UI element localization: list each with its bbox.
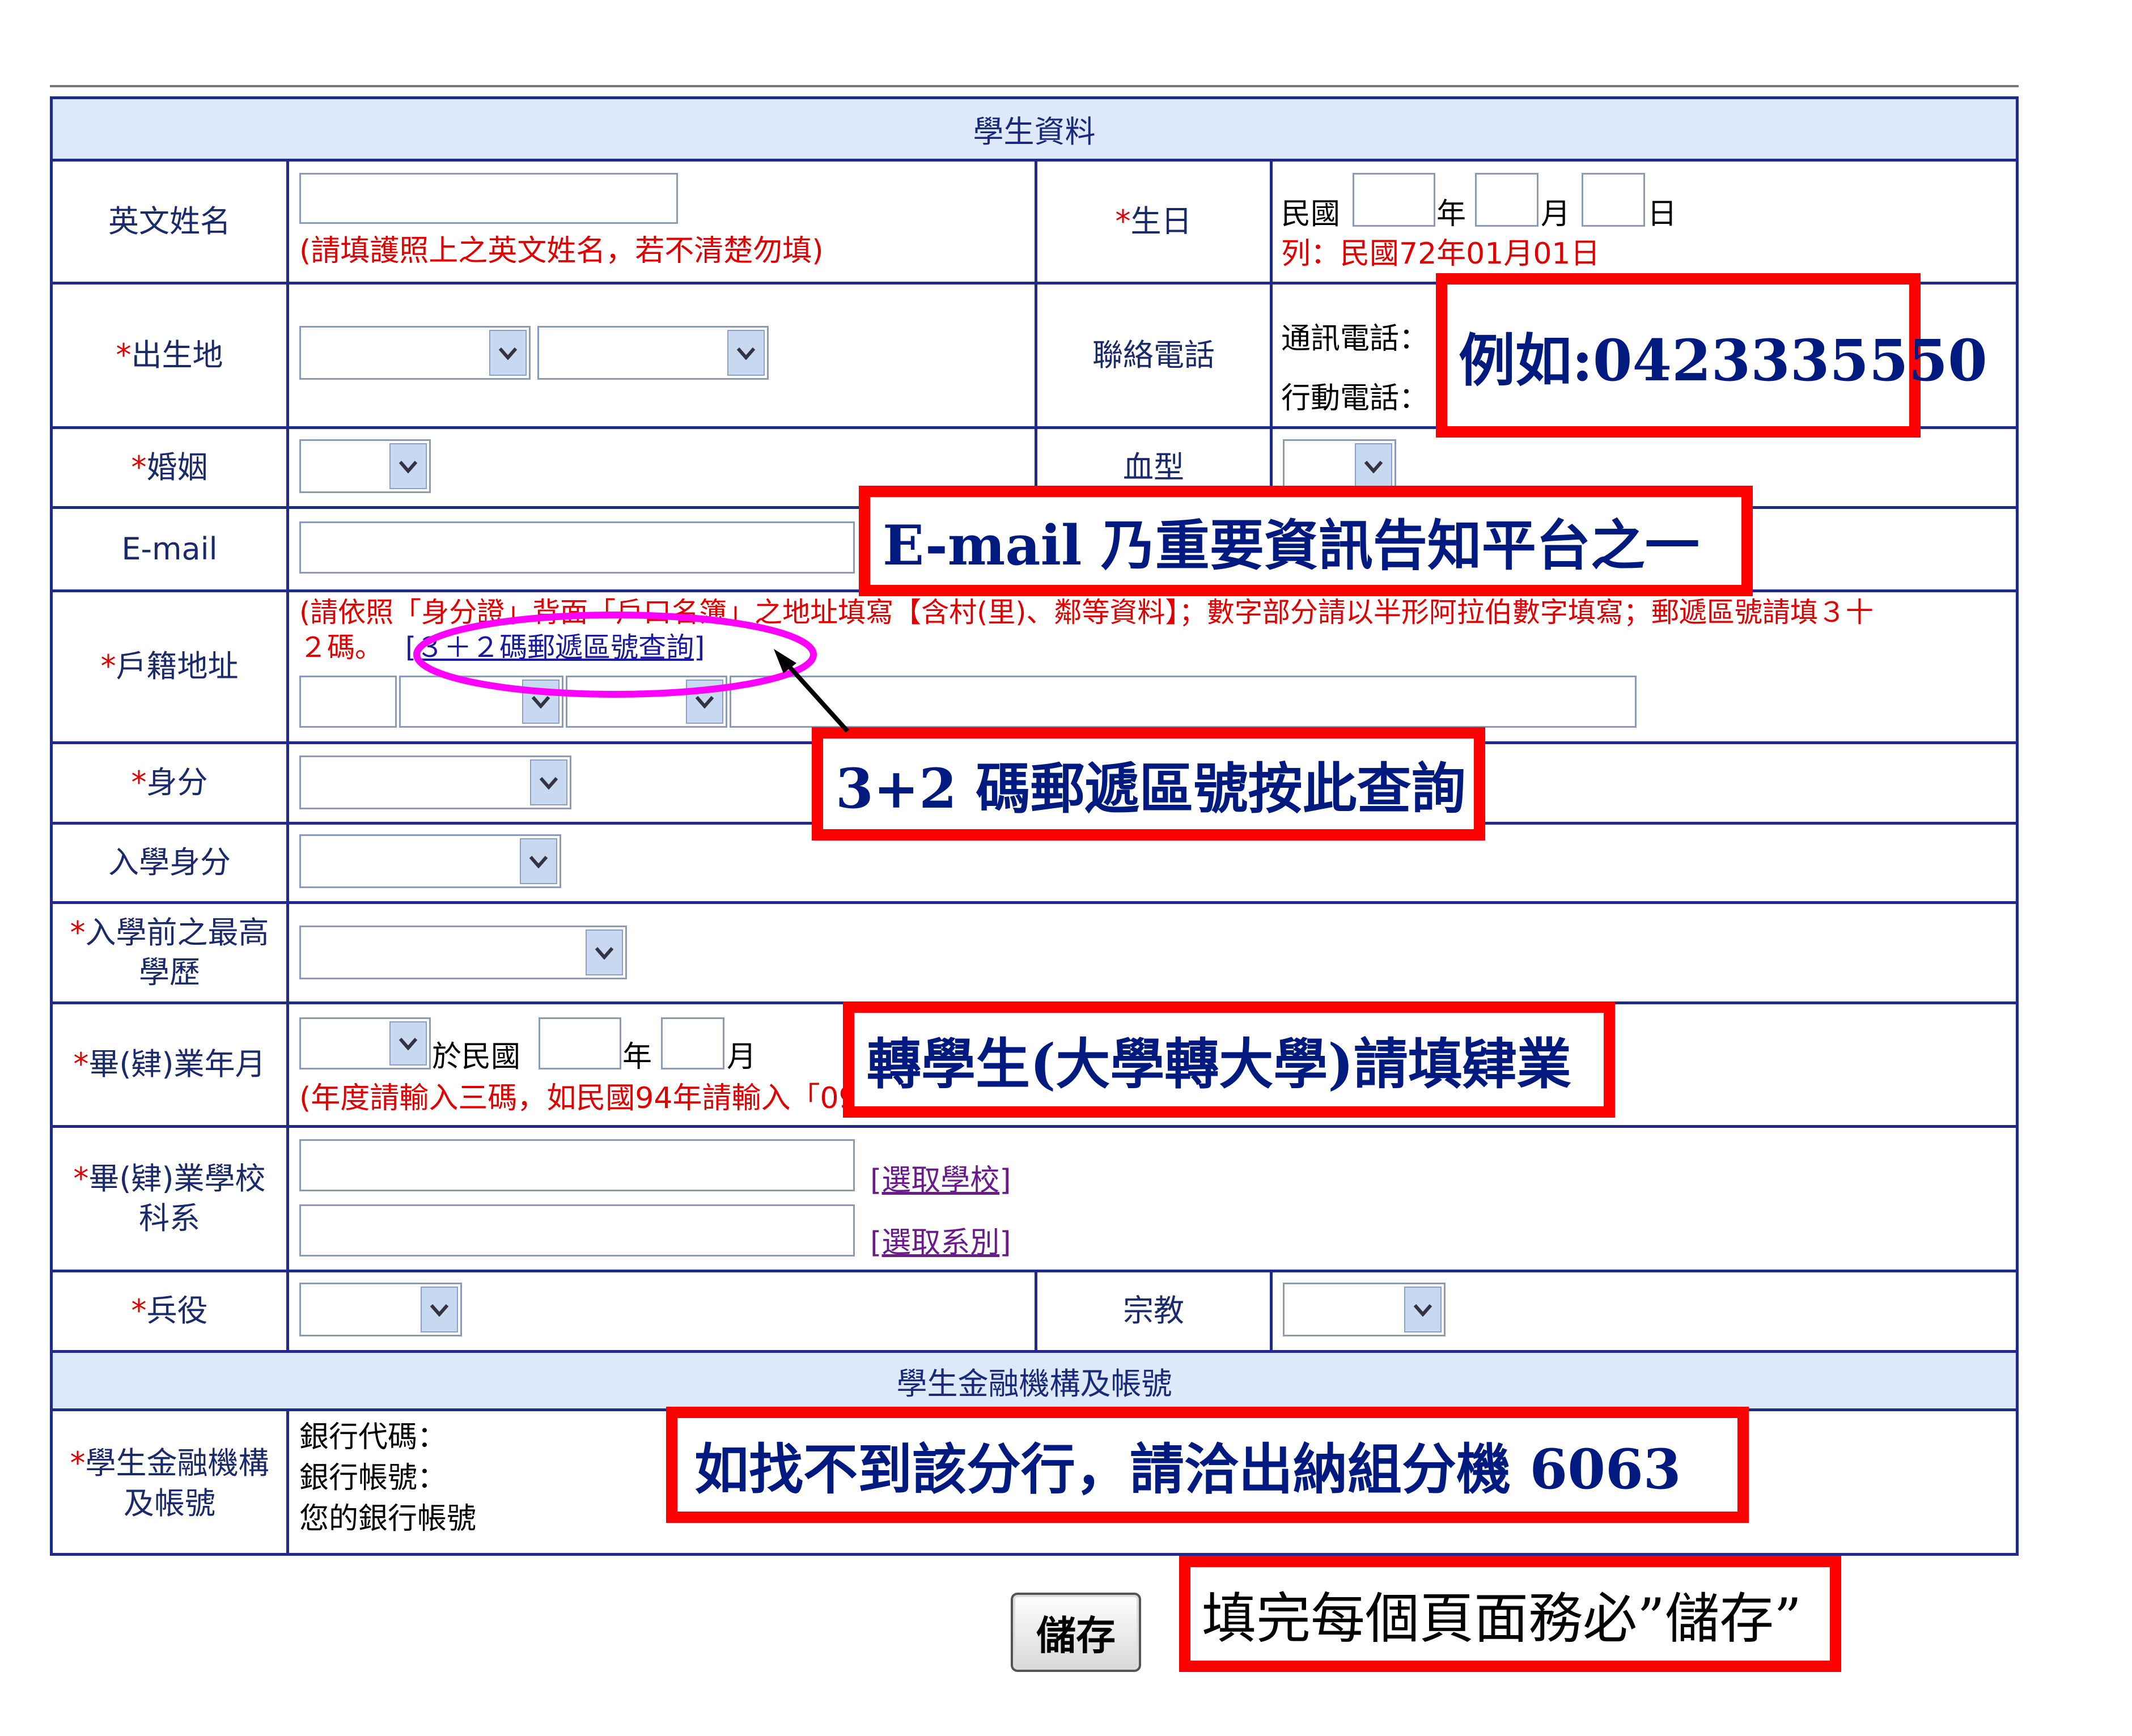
birthplace-select-1[interactable] [299, 326, 531, 380]
zip-lookup-link[interactable]: [３＋２碼郵遞區號查詢] [405, 630, 705, 665]
education-label: *入學前之最高 學歷 [70, 914, 269, 990]
graduation-hint: (年度請輸入三碼，如民國94年請輸入「09 [299, 1081, 858, 1115]
bank-branch-callout: 如找不到該分行，請洽出納組分機 6063 [666, 1407, 1749, 1523]
col-line [286, 159, 289, 1350]
row-line [50, 1125, 2019, 1128]
school-input[interactable] [299, 1139, 855, 1191]
birthday-year-label: 年 [1436, 197, 1466, 231]
chevron-down-icon [686, 680, 723, 724]
birthday-year-input[interactable] [1353, 173, 1435, 227]
select-school-link[interactable]: [選取學校] [870, 1156, 1011, 1199]
section-header-bank: 學生金融機構及帳號 [53, 1353, 2016, 1408]
birthday-month-label: 月 [1541, 197, 1571, 231]
graduation-label: *畢(肄)業年月 [73, 1046, 266, 1083]
address-hint: (請依照「身分證」背面「戶口名簿」之地址填寫【含村(里)、鄰等資料】；數字部分請… [299, 595, 2011, 665]
military-label: *兵役 [131, 1293, 208, 1329]
select-department-link[interactable]: [選取系別] [870, 1219, 1011, 1261]
birthday-label: *生日 [1115, 203, 1192, 239]
contact-phone-label: 通訊電話： [1281, 322, 1429, 356]
col-line [286, 1408, 289, 1556]
chevron-down-icon [1355, 443, 1392, 489]
chevron-down-icon [586, 929, 623, 975]
chevron-down-icon [489, 330, 527, 376]
chevron-down-icon [421, 1287, 458, 1332]
top-divider [50, 85, 2019, 87]
city-select[interactable] [399, 676, 563, 728]
graduation-month-input[interactable] [661, 1017, 724, 1069]
transfer-student-callout: 轉學生(大學轉大學)請填肄業 [843, 1001, 1615, 1118]
bank-code-label: 銀行代碼： [299, 1420, 447, 1454]
admission-identity-label: 入學身分 [108, 844, 231, 881]
marriage-label: *婚姻 [131, 449, 208, 485]
birthplace-select-2[interactable] [537, 326, 769, 380]
graduation-status-select[interactable] [299, 1017, 431, 1069]
english-name-label: 英文姓名 [108, 203, 231, 239]
marriage-select[interactable] [299, 439, 431, 493]
english-name-input[interactable] [299, 173, 678, 224]
chevron-down-icon [727, 330, 765, 376]
bank-account-label: 銀行帳號： [299, 1461, 447, 1495]
birthday-example: 列：民國72年01月01日 [1281, 237, 1600, 271]
religion-select[interactable] [1283, 1283, 1446, 1336]
identity-label: *身分 [131, 765, 208, 801]
save-reminder-callout: 填完每個頁面務必”儲存” [1179, 1556, 1841, 1672]
graduation-era-label: 於民國 [432, 1040, 521, 1074]
your-bank-account-label: 您的銀行帳號 [299, 1502, 477, 1536]
email-label: E-mail [121, 530, 218, 567]
military-select[interactable] [299, 1283, 462, 1336]
chevron-down-icon [520, 838, 557, 884]
chevron-down-icon [389, 443, 427, 489]
row-line [50, 901, 2019, 904]
zip-lookup-callout: 3+2 碼郵遞區號按此查詢 [812, 727, 1485, 841]
district-select[interactable] [566, 676, 727, 728]
bank-info: 銀行代碼： 銀行帳號： 您的銀行帳號 [299, 1417, 476, 1539]
address-label: *戶籍地址 [100, 648, 239, 685]
birthplace-label: *出生地 [116, 337, 223, 373]
zip-code-input[interactable] [299, 676, 397, 728]
email-callout: E-mail 乃重要資訊告知平台之一 [859, 486, 1753, 596]
col-line [1270, 1270, 1273, 1350]
graduation-month-label: 月 [727, 1040, 757, 1074]
address-input[interactable] [730, 676, 1637, 728]
email-input[interactable] [299, 521, 855, 574]
phone-label: 聯絡電話 [1092, 337, 1215, 373]
col-line [1270, 159, 1273, 506]
birthday-day-input[interactable] [1582, 173, 1645, 227]
birthday-day-label: 日 [1647, 197, 1677, 231]
save-button[interactable]: 儲存 [1011, 1593, 1141, 1672]
identity-select[interactable] [299, 755, 571, 809]
birthday-month-input[interactable] [1475, 173, 1538, 227]
graduation-year-label: 年 [622, 1040, 652, 1074]
phone-example-callout: 例如:0423335550 [1436, 273, 1987, 438]
department-input[interactable] [299, 1204, 855, 1257]
religion-label: 宗教 [1123, 1293, 1184, 1329]
graduation-year-input[interactable] [539, 1017, 621, 1069]
chevron-down-icon [522, 680, 560, 724]
chevron-down-icon [530, 759, 567, 805]
birthday-era-label: 民國 [1281, 197, 1341, 231]
education-select[interactable] [299, 926, 627, 979]
chevron-down-icon [1404, 1287, 1442, 1332]
chevron-down-icon [389, 1021, 427, 1066]
section-header-student: 學生資料 [53, 99, 2016, 159]
mobile-phone-label: 行動電話： [1281, 381, 1429, 415]
school-label: *畢(肄)業學校 科系 [73, 1160, 266, 1236]
blood-select[interactable] [1283, 439, 1396, 493]
english-name-hint: (請填護照上之英文姓名，若不清楚勿填) [299, 234, 824, 268]
admission-identity-select[interactable] [299, 834, 561, 888]
bank-label: *學生金融機構 及帳號 [70, 1445, 269, 1521]
